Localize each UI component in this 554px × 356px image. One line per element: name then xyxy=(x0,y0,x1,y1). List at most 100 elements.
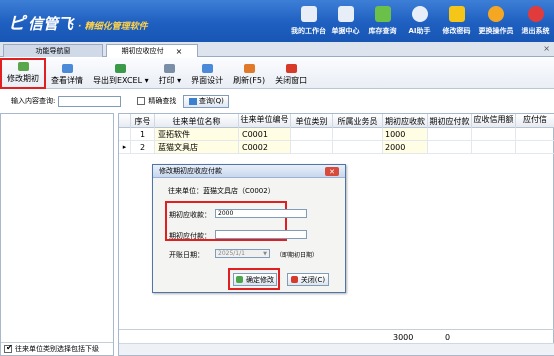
cell-unit-name: 亚拓软件 xyxy=(155,128,239,141)
logo-mark: ピ xyxy=(8,14,25,34)
horizontal-scrollbar[interactable] xyxy=(119,343,554,355)
app-subtitle: · 精细化管理软件 xyxy=(78,22,148,32)
confirm-edit-button[interactable]: 确定修改 xyxy=(233,273,277,286)
nav-inventory[interactable]: 库存查询 xyxy=(364,3,401,41)
grid-header: 序号 往来单位名称 往来单位编号 单位类别 所属业务员 期初应收款 期初应付款 … xyxy=(119,114,554,128)
close-panel-icon[interactable]: × xyxy=(543,44,550,53)
close-window-button[interactable]: 关闭窗口 xyxy=(270,58,312,89)
include-subcategory-label: 往来单位类别选择包括下级 xyxy=(15,345,99,353)
nav-ai-assistant[interactable]: AI助手 xyxy=(401,3,438,41)
close-label: 关闭(C) xyxy=(300,275,326,284)
current-row-icon: ▸ xyxy=(119,141,131,154)
edit-initial-button[interactable]: 修改期初 xyxy=(0,58,46,89)
payable-total: 0 xyxy=(445,332,451,342)
cell-credit-recv xyxy=(472,128,516,141)
payable-input[interactable] xyxy=(215,230,307,239)
nav-switch-operator[interactable]: 更换操作员 xyxy=(475,3,517,41)
refresh-icon xyxy=(243,64,255,73)
cell-receivable: 1000 xyxy=(383,128,428,141)
col-header[interactable]: 期初应收款 xyxy=(383,114,428,128)
col-header[interactable]: 序号 xyxy=(131,114,155,128)
nav-label: 单据中心 xyxy=(331,27,360,35)
cell-salesperson xyxy=(333,141,383,154)
check-icon: ✔ xyxy=(6,343,13,352)
dialog-title: 修改期初应收应付款 xyxy=(159,167,222,175)
export-excel-button[interactable]: 导出到EXCEL ▾ xyxy=(88,58,154,89)
ui-design-button[interactable]: 界面设计 xyxy=(186,58,228,89)
detail-icon xyxy=(61,64,73,73)
col-header[interactable]: 应付信 xyxy=(516,114,554,128)
col-header[interactable]: 期初应付款 xyxy=(428,114,472,128)
cell-credit-pay xyxy=(516,141,554,154)
search-icon xyxy=(188,97,197,105)
toolbar-label: 关闭窗口 xyxy=(275,76,308,85)
exact-search-label: 精确查找 xyxy=(148,97,177,105)
cell-receivable: 2000 xyxy=(383,141,428,154)
cell-index: 1 xyxy=(131,128,155,141)
top-nav: 我的工作台 单据中心 库存查询 AI助手 修改密码 更换操作员 退出系统 xyxy=(290,3,554,41)
cell-index: 2 xyxy=(131,141,155,154)
receivable-input[interactable]: 2000 xyxy=(215,209,307,218)
app-header: ピ 信管飞 · 精细化管理软件 我的工作台 单据中心 库存查询 AI助手 修改密… xyxy=(0,0,554,42)
nav-documents[interactable]: 单据中心 xyxy=(327,3,364,41)
nav-exit[interactable]: 退出系统 xyxy=(517,3,554,41)
nav-label: 我的工作台 xyxy=(291,27,326,35)
close-icon xyxy=(290,276,298,283)
view-detail-button[interactable]: 查看详情 xyxy=(46,58,88,89)
dialog-close-icon[interactable]: ✕ xyxy=(325,167,339,176)
user-icon xyxy=(488,6,504,22)
open-date-note: （即期初日期） xyxy=(276,252,319,259)
tab-function-nav[interactable]: 功能导航窗 xyxy=(3,44,103,57)
nav-workbench[interactable]: 我的工作台 xyxy=(290,3,327,41)
tab-bar: 功能导航窗 期初应收应付 × × xyxy=(0,42,554,57)
app-logo: ピ 信管飞 · 精细化管理软件 xyxy=(8,9,148,34)
open-date-label: 开账日期： xyxy=(169,251,204,259)
receivable-total: 3000 xyxy=(393,332,414,342)
cell-credit-pay xyxy=(516,128,554,141)
tab-close-icon[interactable]: × xyxy=(176,47,183,56)
table-row[interactable]: 1 亚拓软件 C0001 1000 xyxy=(119,128,554,141)
col-header[interactable]: 应收信用额 xyxy=(472,114,516,128)
nav-change-password[interactable]: 修改密码 xyxy=(438,3,475,41)
nav-label: 修改密码 xyxy=(442,27,471,35)
toolbar-label: 打印 ▾ xyxy=(158,76,182,85)
table-row[interactable]: ▸ 2 蓝猫文具店 C0002 2000 xyxy=(119,141,554,154)
excel-icon xyxy=(115,64,127,73)
col-header[interactable]: 往来单位编号 xyxy=(239,114,291,128)
edit-icon xyxy=(17,62,29,71)
col-header[interactable]: 往来单位名称 xyxy=(155,114,239,128)
nav-label: 库存查询 xyxy=(368,27,397,35)
dialog-title-bar: 修改期初应收应付款 ✕ xyxy=(153,165,345,178)
toolbar: 修改期初 查看详情 导出到EXCEL ▾ 打印 ▾ 界面设计 刷新(F5) 关闭… xyxy=(0,58,554,89)
cell-credit-recv xyxy=(472,141,516,154)
chevron-down-icon: ▼ xyxy=(263,250,267,257)
row-indicator-header xyxy=(119,114,131,128)
query-button[interactable]: 查询(Q) xyxy=(183,94,230,108)
nav-label: AI助手 xyxy=(408,27,431,35)
refresh-button[interactable]: 刷新(F5) xyxy=(228,58,270,89)
query-input[interactable] xyxy=(58,95,122,107)
monitor-icon xyxy=(300,6,317,22)
tab-initial-ar-ap[interactable]: 期初应收应付 × xyxy=(106,44,198,57)
confirm-label: 确定修改 xyxy=(246,275,274,284)
print-icon xyxy=(164,64,176,73)
cell-category xyxy=(291,128,333,141)
document-icon xyxy=(337,6,354,22)
cell-payable xyxy=(428,128,472,141)
exact-search-checkbox[interactable] xyxy=(137,97,146,105)
include-subcategory-option: ✔ 往来单位类别选择包括下级 xyxy=(1,342,113,355)
print-button[interactable]: 打印 ▾ xyxy=(154,58,187,89)
cell-salesperson xyxy=(333,128,383,141)
exit-icon xyxy=(527,6,544,22)
check-icon xyxy=(236,276,243,283)
col-header[interactable]: 单位类别 xyxy=(291,114,333,128)
dialog-close-button[interactable]: 关闭(C) xyxy=(287,273,329,286)
col-header[interactable]: 所属业务员 xyxy=(333,114,383,128)
category-tree-panel: ✔ 往来单位类别选择包括下级 xyxy=(0,113,114,356)
toolbar-label: 界面设计 xyxy=(191,76,224,85)
query-button-label: 查询(Q) xyxy=(198,97,224,105)
info-icon xyxy=(411,6,428,22)
cell-category xyxy=(291,141,333,154)
include-subcategory-checkbox[interactable]: ✔ xyxy=(4,343,13,353)
cell-payable xyxy=(428,141,472,154)
